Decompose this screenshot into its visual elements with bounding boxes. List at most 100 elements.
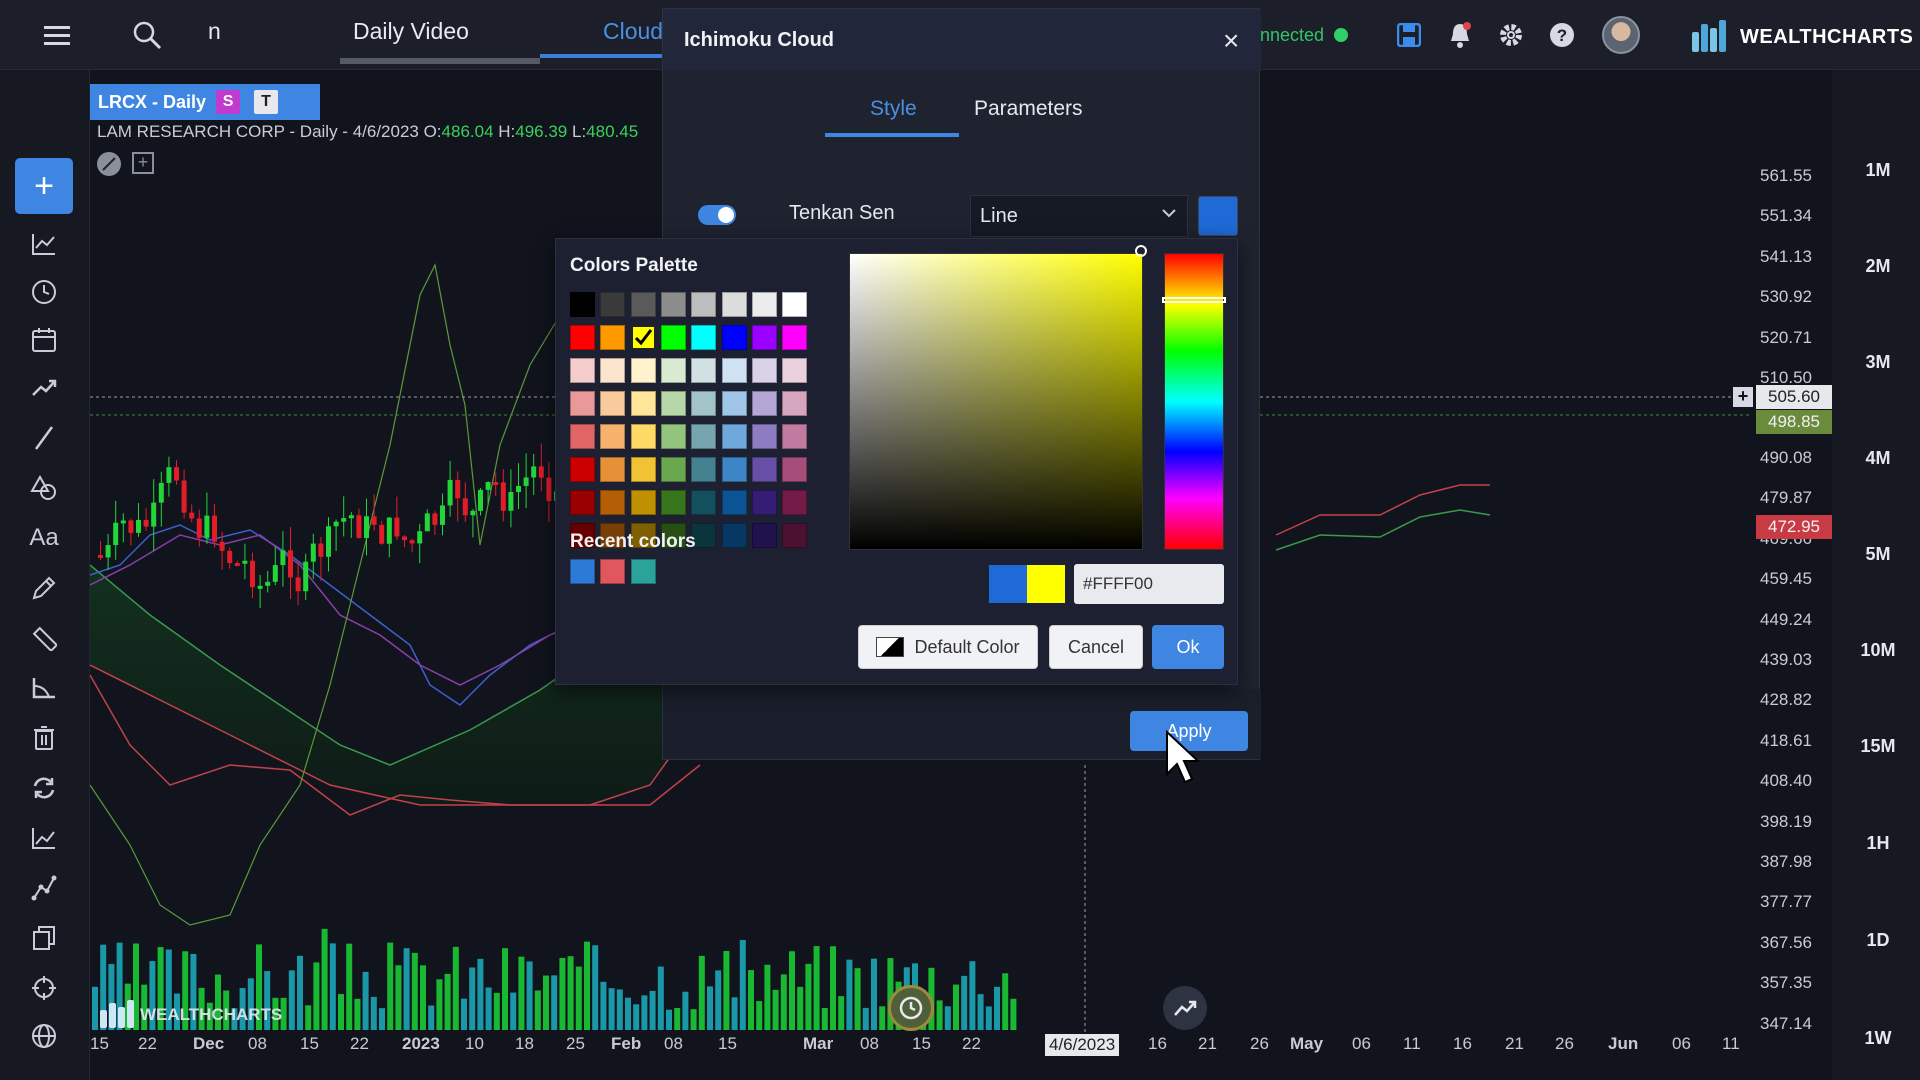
palette-swatch[interactable] xyxy=(660,292,686,317)
timeframe-3m[interactable]: 3M xyxy=(1850,352,1906,373)
palette-swatch[interactable] xyxy=(751,457,777,482)
chart-type-icon[interactable] xyxy=(15,816,73,860)
nodes-icon[interactable] xyxy=(15,866,73,910)
palette-swatch[interactable] xyxy=(570,490,595,515)
tab-daily-video[interactable]: Daily Video xyxy=(353,18,469,45)
palette-swatch[interactable] xyxy=(751,523,777,548)
palette-swatch[interactable] xyxy=(630,424,656,449)
avatar[interactable] xyxy=(1602,16,1640,54)
line-tool-icon[interactable] xyxy=(15,416,73,460)
trash-icon[interactable] xyxy=(15,716,73,760)
close-icon[interactable]: × xyxy=(1223,25,1239,57)
recent-color-swatch[interactable] xyxy=(630,559,656,584)
palette-swatch[interactable] xyxy=(600,457,626,482)
palette-swatch[interactable] xyxy=(691,424,717,449)
palette-swatch[interactable] xyxy=(691,457,717,482)
timeframe-5m[interactable]: 5M xyxy=(1850,544,1906,565)
palette-swatch[interactable] xyxy=(721,391,747,416)
palette-swatch[interactable] xyxy=(660,457,686,482)
hex-input[interactable]: #FFFF00 xyxy=(1074,564,1224,604)
autoscale-icon[interactable] xyxy=(1163,986,1207,1030)
palette-swatch[interactable] xyxy=(600,490,626,515)
timeframe-1h[interactable]: 1H xyxy=(1850,833,1906,854)
timeframe-4m[interactable]: 4M xyxy=(1850,448,1906,469)
palette-swatch[interactable] xyxy=(600,292,626,317)
timeframe-2m[interactable]: 2M xyxy=(1850,256,1906,277)
clock-icon[interactable] xyxy=(15,270,73,314)
ok-button[interactable]: Ok xyxy=(1152,625,1224,669)
palette-swatch[interactable] xyxy=(660,424,686,449)
palette-swatch[interactable] xyxy=(691,358,717,383)
default-color-button[interactable]: Default Color xyxy=(858,625,1038,669)
trend-icon[interactable] xyxy=(15,366,73,410)
palette-swatch[interactable] xyxy=(721,523,747,548)
help-icon[interactable]: ? xyxy=(1543,16,1581,54)
palette-swatch[interactable] xyxy=(691,325,717,350)
palette-swatch[interactable] xyxy=(691,391,717,416)
palette-swatch[interactable] xyxy=(630,292,656,317)
palette-swatch[interactable] xyxy=(630,325,656,350)
palette-swatch[interactable] xyxy=(721,490,747,515)
ruler-icon[interactable] xyxy=(15,616,73,660)
tab-parameters[interactable]: Parameters xyxy=(974,97,1083,121)
palette-swatch[interactable] xyxy=(782,424,808,449)
tenkan-sen-toggle[interactable] xyxy=(698,205,736,225)
copy-icon[interactable] xyxy=(15,916,73,960)
palette-swatch[interactable] xyxy=(600,358,626,383)
palette-swatch[interactable] xyxy=(751,292,777,317)
palette-swatch[interactable] xyxy=(721,457,747,482)
refresh-icon[interactable] xyxy=(15,766,73,810)
saturation-value-area[interactable] xyxy=(849,253,1143,550)
palette-swatch[interactable] xyxy=(570,358,595,383)
add-drawing-button[interactable]: + xyxy=(15,158,73,214)
timeframe-15m[interactable]: 15M xyxy=(1850,736,1906,757)
text-tool-icon[interactable]: Aa xyxy=(15,516,73,560)
palette-swatch[interactable] xyxy=(751,490,777,515)
recent-color-swatch[interactable] xyxy=(570,559,595,584)
badge-t[interactable]: T xyxy=(254,90,279,114)
palette-swatch[interactable] xyxy=(600,391,626,416)
palette-swatch[interactable] xyxy=(751,391,777,416)
pencil-icon[interactable] xyxy=(15,566,73,610)
palette-swatch[interactable] xyxy=(782,325,808,350)
palette-swatch[interactable] xyxy=(751,358,777,383)
palette-swatch[interactable] xyxy=(782,292,808,317)
bell-icon[interactable] xyxy=(1441,16,1479,54)
palette-swatch[interactable] xyxy=(570,391,595,416)
palette-swatch[interactable] xyxy=(570,457,595,482)
palette-swatch[interactable] xyxy=(630,358,656,383)
palette-swatch[interactable] xyxy=(570,424,595,449)
palette-swatch[interactable] xyxy=(660,358,686,383)
palette-swatch[interactable] xyxy=(691,292,717,317)
badge-s[interactable]: S xyxy=(216,90,241,114)
palette-swatch[interactable] xyxy=(751,424,777,449)
palette-swatch[interactable] xyxy=(630,391,656,416)
palette-swatch[interactable] xyxy=(570,325,595,350)
timeframe-10m[interactable]: 10M xyxy=(1850,640,1906,661)
palette-swatch[interactable] xyxy=(782,358,808,383)
save-icon[interactable] xyxy=(1390,16,1428,54)
palette-swatch[interactable] xyxy=(600,424,626,449)
search-icon[interactable] xyxy=(128,16,166,54)
palette-swatch[interactable] xyxy=(630,457,656,482)
palette-swatch[interactable] xyxy=(782,523,808,548)
palette-swatch[interactable] xyxy=(660,490,686,515)
indicators-icon[interactable] xyxy=(15,222,73,266)
palette-swatch[interactable] xyxy=(600,325,626,350)
palette-swatch[interactable] xyxy=(721,358,747,383)
palette-swatch[interactable] xyxy=(660,391,686,416)
tab-style[interactable]: Style xyxy=(870,97,917,121)
palette-swatch[interactable] xyxy=(570,292,595,317)
timeframe-1w[interactable]: 1W xyxy=(1850,1028,1906,1049)
tab-cloud[interactable]: Cloud xyxy=(603,18,663,45)
palette-swatch[interactable] xyxy=(691,490,717,515)
palette-swatch[interactable] xyxy=(751,325,777,350)
shapes-icon[interactable] xyxy=(15,466,73,510)
timeframe-1d[interactable]: 1D xyxy=(1850,930,1906,951)
menu-icon[interactable] xyxy=(38,16,76,54)
crosshair-plus-icon[interactable]: + xyxy=(1733,387,1753,407)
gear-icon[interactable] xyxy=(1492,16,1530,54)
palette-swatch[interactable] xyxy=(782,490,808,515)
search-text[interactable]: n xyxy=(208,18,221,45)
recent-color-swatch[interactable] xyxy=(600,559,626,584)
